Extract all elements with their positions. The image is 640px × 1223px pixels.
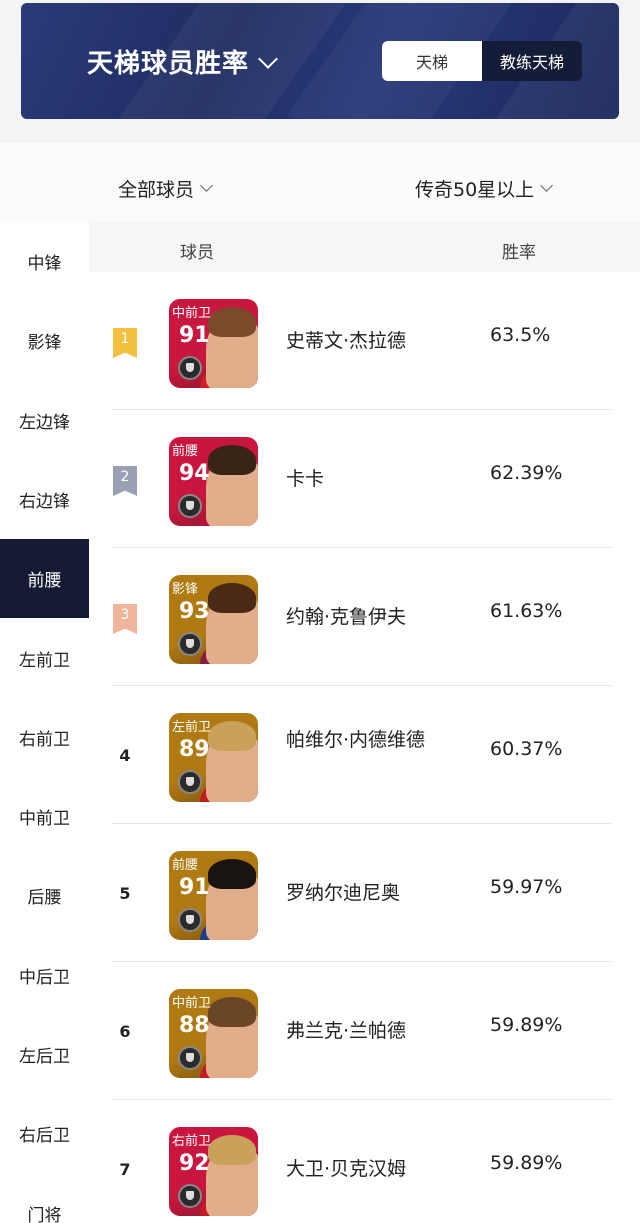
card-position: 影锋 <box>172 582 199 597</box>
table-row[interactable]: 2 前腰 94 卡卡 62.39% <box>89 410 640 548</box>
page-title: 天梯球员胜率 <box>87 49 250 79</box>
tab-ladder[interactable]: 天梯 <box>382 41 482 81</box>
sidebar-item-lb[interactable]: 左后卫 <box>0 1015 89 1094</box>
sidebar-item-cmf[interactable]: 中前卫 <box>0 777 89 856</box>
shield-icon <box>178 1046 202 1070</box>
win-rate-value: 62.39% <box>490 462 563 484</box>
rank-badge: 3 <box>113 604 137 634</box>
shield-icon <box>178 494 202 518</box>
player-portrait <box>208 721 256 751</box>
player-name: 史蒂文·杰拉德 <box>286 330 407 352</box>
header-banner: 天梯球员胜率 天梯 教练天梯 <box>21 3 619 119</box>
card-rating: 91 <box>179 875 210 900</box>
player-card[interactable]: 中前卫 91 <box>169 299 258 388</box>
position-sidebar: 中锋 影锋 左边锋 右边锋 前腰 左前卫 右前卫 中前卫 后腰 中后卫 左后卫 右后卫 门将 <box>0 222 89 1223</box>
ranking-type-dropdown[interactable]: 天梯球员胜率 <box>87 43 278 80</box>
tier-filter-dropdown[interactable]: 传奇50星以上 <box>415 175 554 202</box>
tab-coach-ladder[interactable]: 教练天梯 <box>482 41 582 81</box>
win-rate-value: 61.63% <box>490 600 563 622</box>
win-rate-value: 59.89% <box>490 1152 563 1174</box>
card-rating: 89 <box>179 737 210 762</box>
column-header-player: 球员 <box>180 243 214 263</box>
card-rating: 88 <box>179 1013 210 1038</box>
sidebar-item-rwf[interactable]: 右边锋 <box>0 460 89 539</box>
chevron-down-icon <box>258 48 278 69</box>
shield-icon <box>178 632 202 656</box>
player-name: 罗纳尔迪尼奥 <box>286 882 401 904</box>
tier-filter-label: 传奇50星以上 <box>415 179 535 201</box>
sidebar-item-amf[interactable]: 前腰 <box>0 539 89 619</box>
win-rate-value: 60.37% <box>490 738 563 760</box>
sidebar-item-cf[interactable]: 中锋 <box>0 222 89 301</box>
card-position: 前腰 <box>172 444 199 459</box>
column-header-win-rate: 胜率 <box>502 243 536 263</box>
rank-number: 6 <box>119 1022 131 1041</box>
card-position: 左前卫 <box>172 720 212 735</box>
rank-badge: 1 <box>113 328 137 358</box>
ladder-tab-switch: 天梯 教练天梯 <box>382 41 582 81</box>
player-portrait <box>208 1135 256 1165</box>
player-name: 卡卡 <box>286 468 325 490</box>
card-position: 中前卫 <box>172 306 212 321</box>
player-portrait <box>208 307 256 337</box>
player-card[interactable]: 右前卫 92 <box>169 1127 258 1216</box>
card-rating: 92 <box>179 1151 210 1176</box>
player-portrait <box>208 859 256 889</box>
sidebar-item-cb[interactable]: 中后卫 <box>0 936 89 1015</box>
table-row[interactable]: 7 右前卫 92 大卫·贝克汉姆 59.89% <box>89 1100 640 1223</box>
player-name: 弗兰克·兰帕德 <box>286 1020 407 1042</box>
card-rating: 94 <box>179 461 210 486</box>
player-filter-label: 全部球员 <box>118 179 195 201</box>
sidebar-item-gk[interactable]: 门将 <box>0 1174 89 1223</box>
player-name: 帕维尔·内德维德 <box>286 729 426 751</box>
player-filter-dropdown[interactable]: 全部球员 <box>118 175 213 202</box>
shield-icon <box>178 356 202 380</box>
chevron-down-icon <box>540 179 554 192</box>
shield-icon <box>178 908 202 932</box>
win-rate-value: 59.89% <box>490 1014 563 1036</box>
sidebar-item-rmf[interactable]: 右前卫 <box>0 698 89 777</box>
shield-icon <box>178 770 202 794</box>
player-portrait <box>208 445 256 475</box>
sidebar-item-lmf[interactable]: 左前卫 <box>0 619 89 698</box>
table-row[interactable]: 6 中前卫 88 弗兰克·兰帕德 59.89% <box>89 962 640 1100</box>
table-row[interactable]: 1 中前卫 91 史蒂文·杰拉德 63.5% <box>89 272 640 410</box>
player-portrait <box>208 583 256 613</box>
player-card[interactable]: 前腰 91 <box>169 851 258 940</box>
filter-bar: 全部球员 传奇50星以上 <box>0 143 640 223</box>
player-portrait <box>208 997 256 1027</box>
chevron-down-icon <box>200 179 213 192</box>
player-card[interactable]: 影锋 93 <box>169 575 258 664</box>
card-position: 右前卫 <box>172 1134 212 1149</box>
card-rating: 91 <box>179 323 210 348</box>
rank-number: 4 <box>119 746 131 765</box>
shield-icon <box>178 1184 202 1208</box>
sidebar-item-dmf[interactable]: 后腰 <box>0 856 89 935</box>
sidebar-item-rb[interactable]: 右后卫 <box>0 1094 89 1173</box>
table-row[interactable]: 4 左前卫 89 帕维尔·内德维德 60.37% <box>89 686 640 824</box>
card-position: 前腰 <box>172 858 199 873</box>
card-rating: 93 <box>179 599 210 624</box>
win-rate-value: 59.97% <box>490 876 563 898</box>
sidebar-item-ss[interactable]: 影锋 <box>0 301 89 380</box>
player-card[interactable]: 中前卫 88 <box>169 989 258 1078</box>
win-rate-value: 63.5% <box>490 324 551 346</box>
rank-badge: 2 <box>113 466 137 496</box>
player-name: 大卫·贝克汉姆 <box>286 1158 407 1180</box>
table-header: 球员 胜率 <box>89 222 640 272</box>
player-name: 约翰·克鲁伊夫 <box>286 606 407 628</box>
sidebar-item-lwf[interactable]: 左边锋 <box>0 381 89 460</box>
rank-number: 7 <box>119 1160 131 1179</box>
rank-number: 5 <box>119 884 131 903</box>
app-root: 天梯球员胜率 天梯 教练天梯 全部球员 传奇50星以上 中锋 影锋 左边锋 右边锋 前腰… <box>0 0 640 1223</box>
player-card[interactable]: 左前卫 89 <box>169 713 258 802</box>
card-position: 中前卫 <box>172 996 212 1011</box>
table-row[interactable]: 5 前腰 91 罗纳尔迪尼奥 59.97% <box>89 824 640 962</box>
table-row[interactable]: 3 影锋 93 约翰·克鲁伊夫 61.63% <box>89 548 640 686</box>
player-card[interactable]: 前腰 94 <box>169 437 258 526</box>
player-table: 球员 胜率 1 中前卫 91 史蒂文·杰拉德 63.5% 2 前腰 94 卡卡 62.39% 3 影锋… <box>89 222 640 1223</box>
